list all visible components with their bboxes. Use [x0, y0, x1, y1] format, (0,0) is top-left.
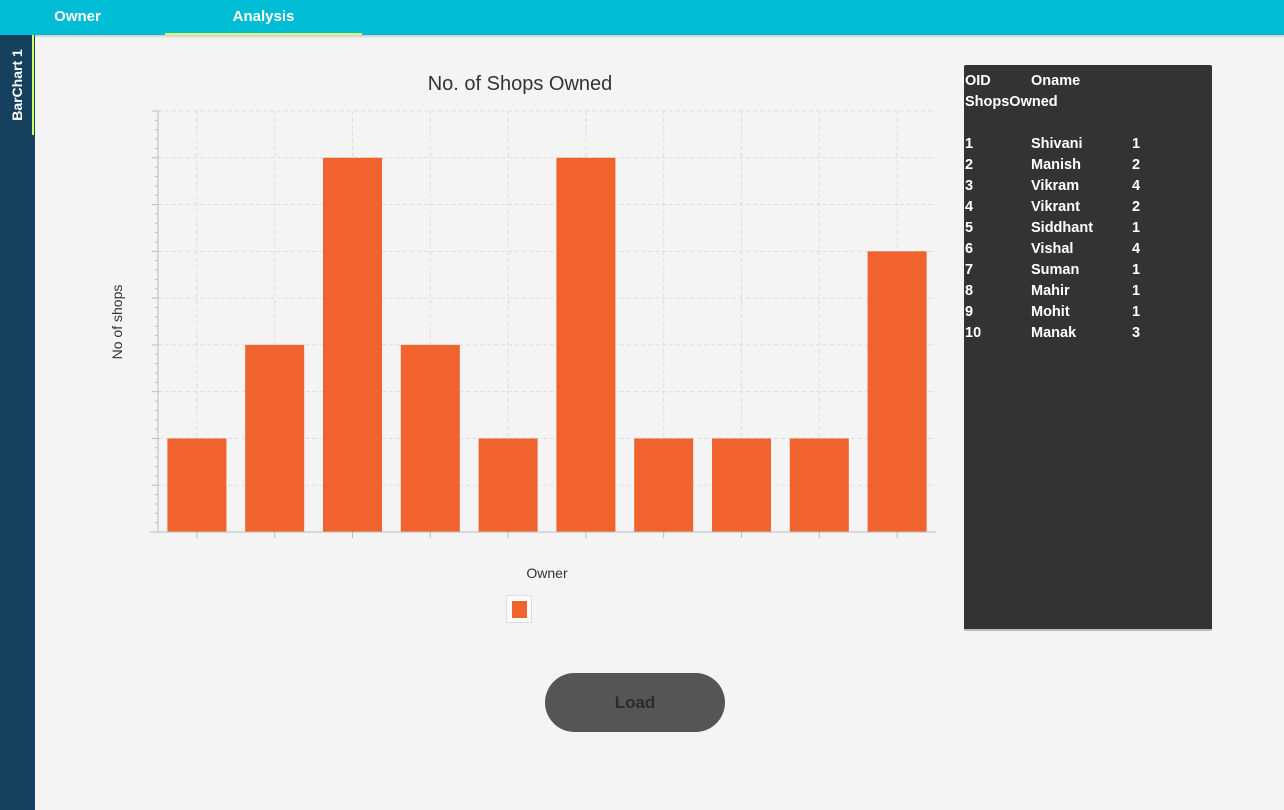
row-shops: 1	[1132, 304, 1141, 320]
panel-row: 10 Manak 3	[965, 323, 1205, 344]
header-shopsowned: ShopsOwned	[965, 94, 1058, 110]
header-oid: OID	[965, 73, 991, 89]
bar	[556, 157, 616, 532]
panel-row: 3 Vikram 4	[965, 176, 1205, 197]
panel-row: 9 Mohit 1	[965, 302, 1205, 323]
bar	[634, 438, 694, 532]
row-shops: 3	[1132, 325, 1141, 341]
bar	[867, 251, 927, 533]
row-shops: 1	[1132, 220, 1141, 236]
row-oid: 2	[965, 157, 974, 173]
panel-header-wrap: ShopsOwned	[965, 92, 1205, 113]
row-shops: 2	[1132, 157, 1141, 173]
row-oname: Vikrant	[1031, 199, 1080, 215]
data-panel: OID Oname ShopsOwned 1 Shivani 1 2 Manish 2 3 V…	[964, 65, 1212, 631]
header-oname: Oname	[1031, 73, 1081, 89]
x-axis-label: Owner	[526, 565, 568, 581]
row-oname: Suman	[1031, 262, 1080, 278]
row-oid: 1	[965, 136, 974, 152]
row-oname: Mahir	[1031, 283, 1070, 299]
load-button[interactable]: Load	[545, 673, 725, 732]
panel-row: 2 Manish 2	[965, 155, 1205, 176]
row-oid: 10	[965, 325, 982, 341]
bar	[167, 438, 227, 532]
row-oid: 9	[965, 304, 974, 320]
bar	[400, 344, 460, 532]
row-shops: 1	[1132, 283, 1141, 299]
row-oname: Vishal	[1031, 241, 1074, 257]
row-shops: 4	[1132, 178, 1141, 194]
row-oname: Manish	[1031, 157, 1081, 173]
panel-row: 8 Mahir 1	[965, 281, 1205, 302]
row-shops: 1	[1132, 136, 1141, 152]
bar	[712, 438, 771, 532]
panel-row: 4 Vikrant 2	[965, 197, 1205, 218]
row-shops: 2	[1132, 199, 1141, 215]
row-oid: 5	[965, 220, 974, 236]
row-oid: 4	[965, 199, 974, 215]
bar	[478, 438, 538, 532]
row-oname: Shivani	[1031, 136, 1083, 152]
bar	[245, 344, 305, 532]
row-oid: 8	[965, 283, 974, 299]
panel-header: OID Oname	[965, 71, 1205, 92]
row-oid: 7	[965, 262, 974, 278]
row-oname: Vikram	[1031, 178, 1080, 194]
row-oid: 6	[965, 241, 974, 257]
row-oid: 3	[965, 178, 974, 194]
panel-row: 6 Vishal 4	[965, 239, 1205, 260]
row-oname: Siddhant	[1031, 220, 1094, 236]
chart-legend	[506, 595, 532, 623]
bar	[789, 438, 849, 532]
panel-row: 5 Siddhant 1	[965, 218, 1205, 239]
panel-row: 1 Shivani 1	[965, 134, 1205, 155]
bar	[323, 157, 382, 532]
row-shops: 1	[1132, 262, 1141, 278]
legend-symbol	[512, 601, 527, 618]
row-shops: 4	[1132, 241, 1141, 257]
panel-row: 7 Suman 1	[965, 260, 1205, 281]
row-oname: Mohit	[1031, 304, 1070, 320]
row-oname: Manak	[1031, 325, 1077, 341]
